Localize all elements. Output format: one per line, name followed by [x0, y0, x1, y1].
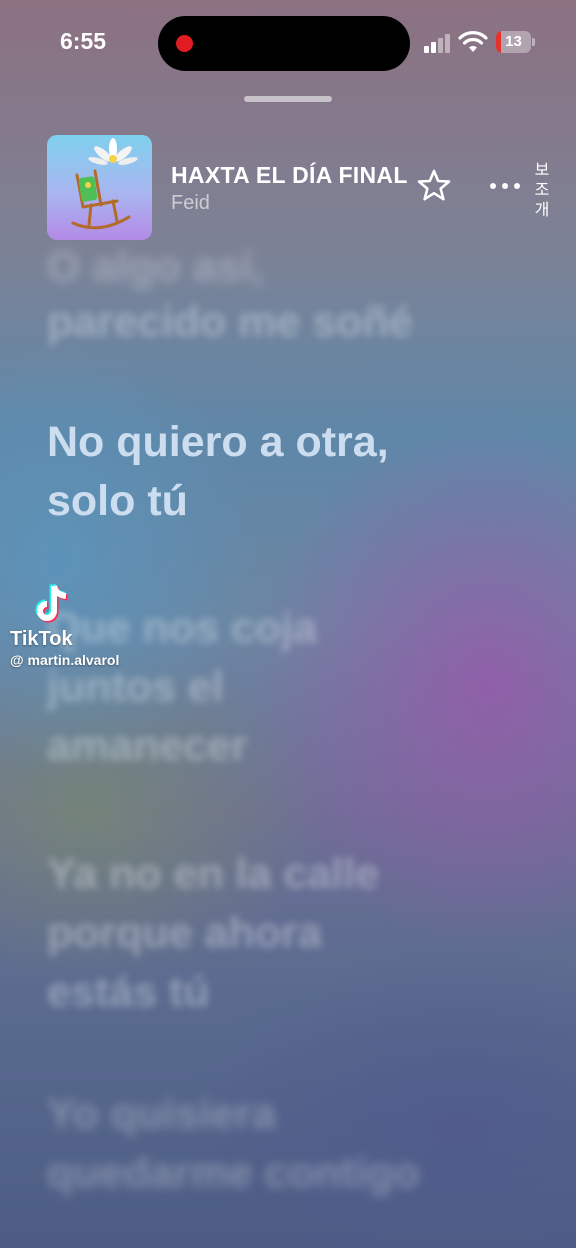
- battery-percentage: 13: [505, 33, 522, 50]
- album-artwork[interactable]: [47, 135, 152, 240]
- lyric-line-previous-partial[interactable]: O algo así,: [47, 236, 527, 298]
- tiktok-handle-text: @ martin.alvarol: [10, 652, 120, 668]
- status-time: 6:55: [60, 28, 107, 54]
- dynamic-island[interactable]: [158, 16, 410, 71]
- recording-indicator-icon: [176, 35, 193, 52]
- lyric-line-previous[interactable]: parecido me soñé: [47, 291, 527, 353]
- cellular-signal-icon: [424, 33, 452, 53]
- lyric-line-next[interactable]: Ya no en la calle: [47, 843, 527, 905]
- song-title[interactable]: HAXTA EL DÍA FINAL: [171, 162, 407, 189]
- star-outline-icon: [417, 169, 451, 201]
- tiktok-brand-text: TikTok: [10, 628, 73, 650]
- ellipsis-icon: [490, 183, 496, 189]
- lyric-line-next[interactable]: Yo quisiera: [47, 1083, 527, 1145]
- tiktok-watermark: TikTok @ martin.alvarol: [10, 580, 160, 680]
- favorite-button[interactable]: [414, 166, 454, 206]
- lyric-line-next[interactable]: amanecer: [47, 715, 527, 777]
- more-options-button[interactable]: [486, 176, 526, 196]
- side-overlay-label: 보 조 개: [534, 160, 550, 219]
- wifi-icon: [458, 30, 488, 54]
- lyric-line-current-2[interactable]: solo tú: [47, 470, 527, 532]
- sheet-grabber[interactable]: [244, 96, 332, 102]
- tiktok-logo-icon: [35, 583, 68, 623]
- lyric-line-next[interactable]: porque ahora: [47, 902, 527, 964]
- status-bar: 6:55 13: [0, 0, 576, 86]
- lyric-line-next[interactable]: quedarme contigo: [47, 1142, 527, 1204]
- song-artist[interactable]: Feid: [171, 192, 210, 215]
- lyric-line-next[interactable]: estás tú: [47, 961, 527, 1023]
- battery-icon: 13: [496, 31, 536, 53]
- lyric-line-current[interactable]: No quiero a otra,: [47, 411, 527, 473]
